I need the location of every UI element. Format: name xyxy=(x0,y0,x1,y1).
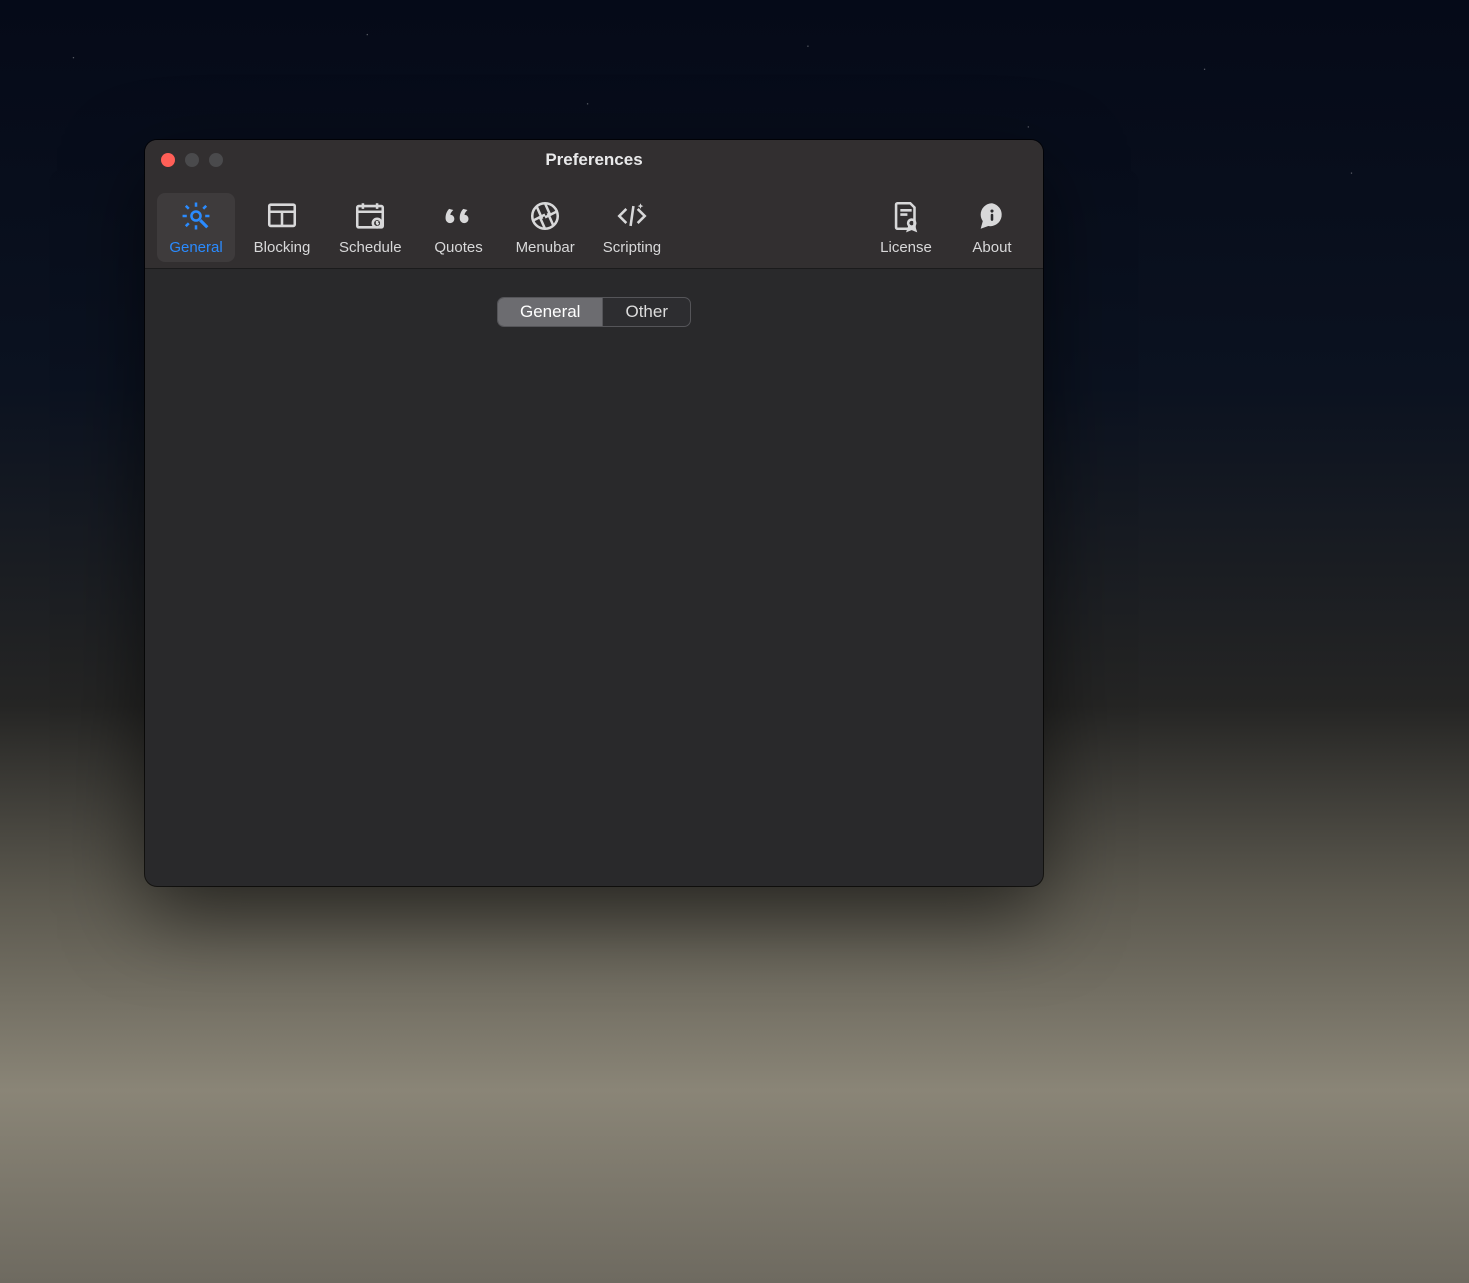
content: General Other Hardcore mode: Lock prefer… xyxy=(145,269,1043,845)
break-text-pre: Up to xyxy=(504,481,545,505)
break-description: Take a break during a session. Unused ti… xyxy=(504,513,970,556)
window-controls xyxy=(161,153,223,167)
tab-menubar[interactable]: Menubar xyxy=(506,193,585,262)
tab-quotes[interactable]: Quotes xyxy=(420,193,498,262)
row-hardcore: Hardcore mode: Lock preferences during t… xyxy=(218,369,970,444)
license-icon xyxy=(889,199,923,233)
break-label: Break mode: xyxy=(218,480,456,501)
tab-label: Scripting xyxy=(603,239,661,256)
break-hours-input[interactable] xyxy=(785,480,835,505)
about-icon xyxy=(975,199,1009,233)
hardcore-checkbox[interactable] xyxy=(466,371,485,390)
tab-label: General xyxy=(169,239,222,256)
tab-blocking[interactable]: Blocking xyxy=(243,193,321,262)
tab-label: About xyxy=(972,239,1011,256)
pomodoro-title: Automatically loop between timers and br… xyxy=(504,593,851,617)
window-icon xyxy=(265,199,299,233)
segment-other[interactable]: Other xyxy=(602,298,690,326)
segmented-control: General Other xyxy=(497,297,691,327)
tab-scripting[interactable]: Scripting xyxy=(593,193,671,262)
preferences-window: Preferences General Blocking Schedule xyxy=(145,140,1043,886)
calendar-icon xyxy=(353,199,387,233)
tab-label: Schedule xyxy=(339,239,402,256)
break-minutes-input[interactable] xyxy=(551,480,601,505)
tab-general[interactable]: General xyxy=(157,193,235,262)
password-label: Password mode: xyxy=(218,704,456,725)
zoom-icon[interactable] xyxy=(209,153,223,167)
hardcore-title: Lock preferences during timed sessions xyxy=(504,369,804,393)
titlebar: Preferences xyxy=(145,140,1043,180)
minimize-icon[interactable] xyxy=(185,153,199,167)
hardcore-description: Lock down preferences while timers and s… xyxy=(504,401,970,444)
aperture-icon xyxy=(528,199,562,233)
break-text-mid: minutes of break every xyxy=(607,481,779,505)
password-checkbox[interactable] xyxy=(466,706,485,725)
settings-panel: Hardcore mode: Lock preferences during t… xyxy=(173,312,1015,817)
segment-general[interactable]: General xyxy=(498,298,602,326)
quotes-icon xyxy=(442,199,476,233)
tab-label: Quotes xyxy=(434,239,482,256)
gear-icon xyxy=(179,199,213,233)
code-icon xyxy=(615,199,649,233)
pomodoro-checkbox[interactable] xyxy=(466,595,485,614)
window-title: Preferences xyxy=(545,150,642,170)
break-checkbox[interactable] xyxy=(466,482,485,501)
tab-license[interactable]: License xyxy=(867,193,945,262)
pomodoro-description: After a timer, automatically start a bre… xyxy=(504,625,970,668)
password-description: Lock this preference panel with a passwo… xyxy=(504,736,970,779)
pomodoro-label: Pomodoro mode: xyxy=(218,593,456,614)
row-pomodoro: Pomodoro mode: Automatically loop betwee… xyxy=(218,593,970,668)
break-text-post: hours. xyxy=(841,481,888,505)
hardcore-label: Hardcore mode: xyxy=(218,369,456,390)
tab-label: Blocking xyxy=(254,239,311,256)
close-icon[interactable] xyxy=(161,153,175,167)
tab-about[interactable]: About xyxy=(953,193,1031,262)
tab-label: License xyxy=(880,239,932,256)
tab-schedule[interactable]: Schedule xyxy=(329,193,412,262)
toolbar: General Blocking Schedule Quotes Me xyxy=(145,180,1043,269)
row-break: Break mode: Up to minutes of break every… xyxy=(218,480,970,556)
password-title: Lock preferences with a password xyxy=(504,704,761,728)
row-password: Password mode: Lock preferences with a p… xyxy=(218,704,970,779)
tab-label: Menubar xyxy=(516,239,575,256)
